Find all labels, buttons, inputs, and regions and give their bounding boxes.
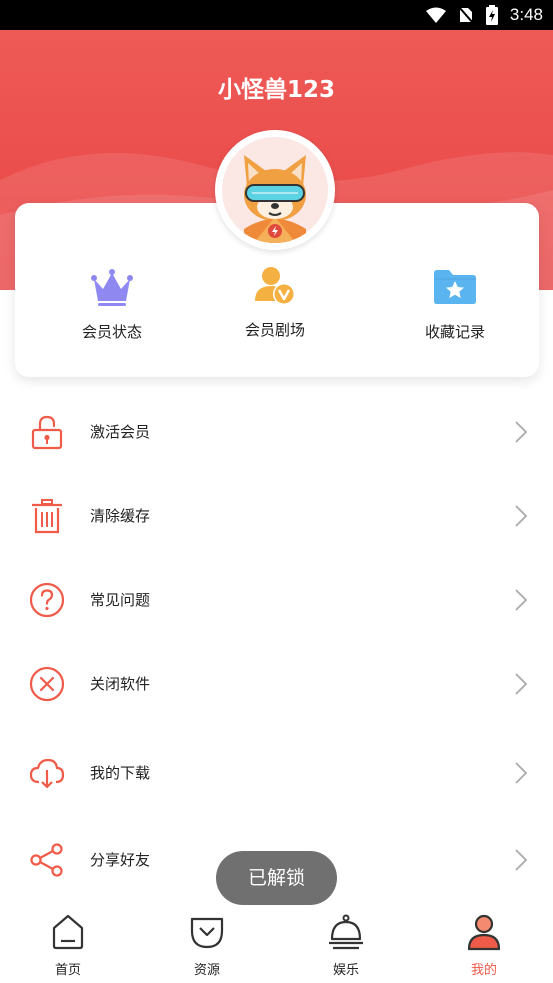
wifi-icon (425, 7, 446, 23)
trash-icon (32, 499, 62, 534)
chevron-right-icon (515, 673, 527, 695)
menu-item-faq[interactable]: 常见问题 (0, 570, 553, 630)
menu-item-activate-member[interactable]: 激活会员 (0, 402, 553, 462)
menu-item-label: 我的下载 (90, 764, 151, 782)
folder-star-icon (434, 270, 476, 304)
tab-resources[interactable]: 资源 (167, 913, 247, 978)
tab-home[interactable]: 首页 (28, 913, 108, 978)
chevron-right-icon (515, 849, 527, 871)
menu-item-clear-cache[interactable]: 清除缓存 (0, 486, 553, 546)
share-icon (30, 843, 63, 877)
close-circle-icon (29, 666, 65, 702)
tab-label: 资源 (193, 963, 220, 978)
chevron-right-icon (515, 589, 527, 611)
resource-icon (190, 917, 224, 949)
quick-action-member-theater[interactable]: 会员剧场 (215, 261, 335, 340)
unlock-icon (31, 415, 63, 450)
quick-action-favorites[interactable]: 收藏记录 (395, 263, 515, 342)
vip-user-icon (255, 267, 295, 305)
chevron-right-icon (515, 762, 527, 784)
quick-action-label: 会员剧场 (244, 321, 305, 339)
tab-label: 娱乐 (332, 963, 359, 978)
quick-action-label: 收藏记录 (424, 323, 485, 341)
tab-mine[interactable]: 我的 (444, 913, 524, 978)
no-sim-icon (458, 6, 474, 24)
crown-icon (91, 269, 133, 306)
menu-item-label: 清除缓存 (90, 507, 151, 525)
quick-action-member-status[interactable]: 会员状态 (52, 263, 172, 342)
chevron-right-icon (515, 421, 527, 443)
status-bar: 3:48 (0, 0, 553, 30)
menu-item-label: 激活会员 (90, 423, 151, 441)
menu-item-label: 分享好友 (90, 851, 151, 869)
battery-charging-icon (485, 5, 498, 25)
avatar[interactable] (215, 130, 335, 250)
bottom-tab-bar: 首页 资源 娱乐 我的 (0, 905, 553, 983)
chevron-right-icon (515, 505, 527, 527)
menu-item-label: 常见问题 (90, 591, 151, 609)
menu-item-close-app[interactable]: 关闭软件 (0, 654, 553, 714)
avatar-image (222, 137, 328, 243)
person-icon (467, 914, 501, 951)
home-icon (52, 914, 84, 950)
status-time: 3:48 (509, 5, 543, 24)
menu-item-my-downloads[interactable]: 我的下载 (0, 743, 553, 803)
tab-entertainment[interactable]: 娱乐 (306, 913, 386, 978)
cloche-icon (329, 914, 363, 950)
status-icons: 3:48 (425, 0, 543, 30)
unlock-toast: 已解锁 (216, 851, 337, 905)
menu-item-label: 关闭软件 (90, 675, 151, 693)
question-icon (29, 582, 65, 618)
tab-label: 首页 (54, 963, 81, 978)
username: 小怪兽123 (217, 77, 335, 103)
quick-action-label: 会员状态 (81, 323, 142, 341)
shiba-mascot-icon (244, 155, 306, 243)
cloud-download-icon (29, 758, 65, 789)
tab-label: 我的 (470, 963, 497, 978)
